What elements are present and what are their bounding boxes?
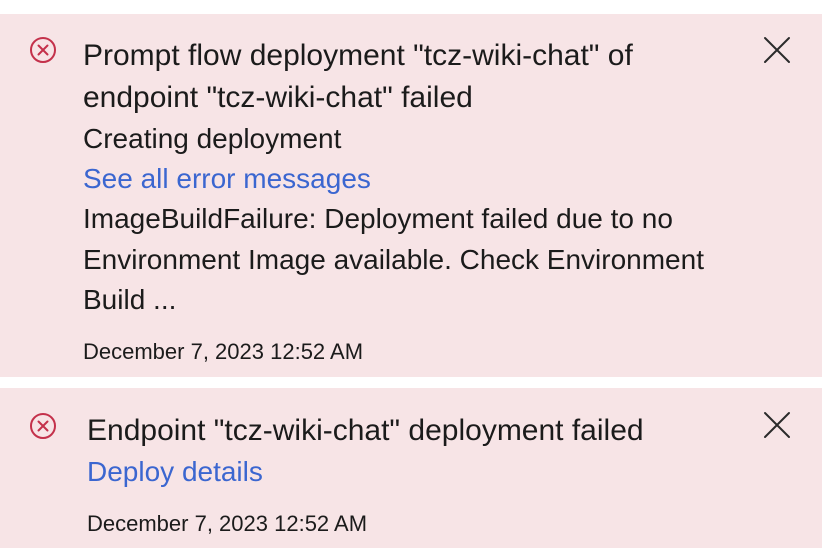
notification-title: Endpoint "tcz-wiki-chat" deployment fail… (87, 414, 644, 447)
error-circle-icon (30, 37, 56, 63)
deploy-details-link[interactable]: Deploy details (87, 452, 747, 492)
error-message: ImageBuildFailure: Deployment failed due… (83, 203, 704, 315)
notification-timestamp: December 7, 2023 12:52 AM (83, 338, 364, 364)
notification-endpoint-deployment-failed: Endpoint "tcz-wiki-chat" deployment fail… (0, 388, 822, 548)
notification-timestamp: December 7, 2023 12:52 AM (87, 511, 368, 536)
notification-content: Endpoint "tcz-wiki-chat" deployment fail… (87, 410, 747, 538)
see-all-error-messages-link[interactable]: See all error messages (83, 159, 743, 199)
notification-content: Prompt flow deployment "tcz-wiki-chat" o… (83, 35, 743, 366)
close-icon[interactable] (762, 410, 792, 440)
notification-title: Prompt flow deployment "tcz-wiki-chat" o… (83, 39, 633, 114)
notification-deployment-failed: Prompt flow deployment "tcz-wiki-chat" o… (0, 14, 822, 377)
notification-status: Creating deployment (83, 123, 342, 154)
close-icon[interactable] (762, 35, 792, 65)
error-circle-icon (30, 413, 56, 439)
